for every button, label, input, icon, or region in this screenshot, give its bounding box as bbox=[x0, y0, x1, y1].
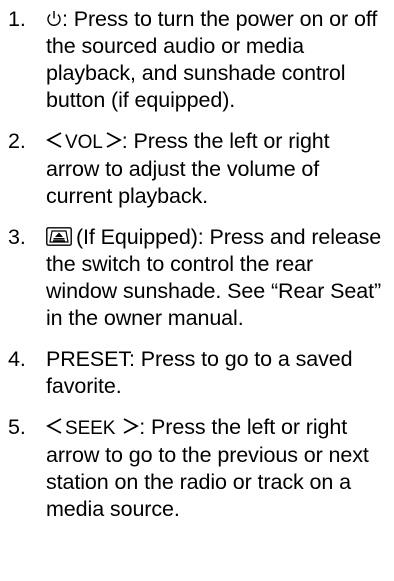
list-item-volume: 2. VOL : Press the left or right arrow t… bbox=[4, 128, 386, 210]
list-item-preset: 4. PRESET: Press to go to a saved favori… bbox=[4, 346, 386, 400]
item-number: 1. bbox=[8, 7, 26, 31]
right-arrow-icon bbox=[106, 130, 122, 150]
item-text: PRESET: Press to go to a saved favorite. bbox=[46, 347, 353, 398]
item-number: 3. bbox=[8, 225, 26, 249]
item-text: : Press to turn the power on or off the … bbox=[46, 7, 378, 112]
item-number: 2. bbox=[8, 129, 26, 153]
list-item-sunshade: 3. (If Equipped): Press and release the … bbox=[4, 224, 386, 332]
power-icon bbox=[46, 10, 62, 28]
list-item-power: 1. : Press to turn the power on or off t… bbox=[4, 6, 386, 114]
item-number: 5. bbox=[8, 415, 26, 439]
item-number: 4. bbox=[8, 347, 26, 371]
control-description-list: 1. : Press to turn the power on or off t… bbox=[0, 0, 394, 523]
left-arrow-icon bbox=[46, 416, 62, 436]
list-item-seek: 5. SEEK : Press the left or right arrow … bbox=[4, 414, 386, 523]
volume-label: VOL bbox=[65, 132, 103, 153]
right-arrow-icon bbox=[123, 416, 140, 436]
left-arrow-icon bbox=[46, 130, 62, 150]
item-text: (If Equipped): Press and release the swi… bbox=[46, 225, 382, 330]
rear-sunshade-icon bbox=[46, 227, 72, 246]
seek-label: SEEK bbox=[65, 418, 116, 439]
